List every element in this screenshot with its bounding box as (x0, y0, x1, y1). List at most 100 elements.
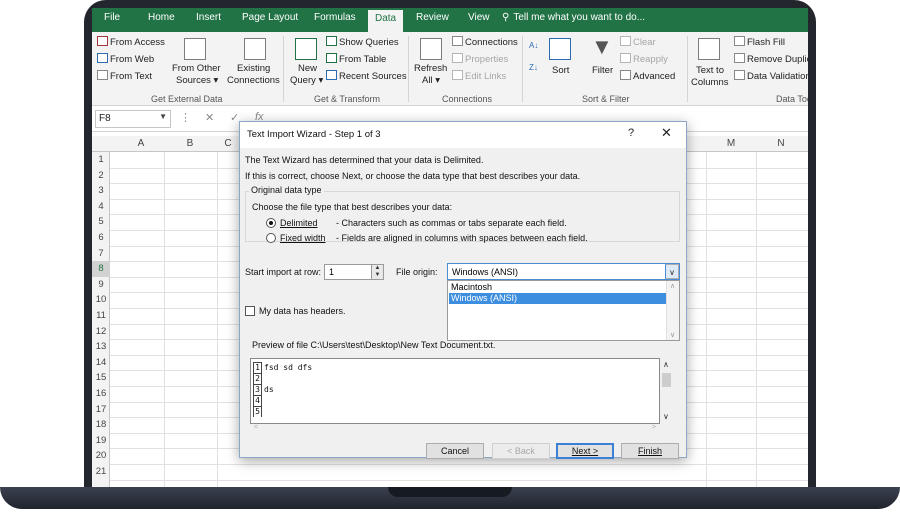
row-header-15[interactable]: 15 (92, 370, 110, 386)
help-icon[interactable]: ? (628, 127, 634, 139)
fixed-width-radio[interactable] (266, 233, 276, 243)
row-header-11[interactable]: 11 (92, 308, 110, 324)
recent-sources-button[interactable]: Recent Sources (326, 70, 407, 82)
column-header-n[interactable]: N (766, 138, 796, 149)
fixed-width-description: - Fields are aligned in columns with spa… (336, 233, 588, 243)
close-icon[interactable]: ✕ (661, 125, 672, 141)
row-header-14[interactable]: 14 (92, 355, 110, 371)
finish-button[interactable]: Finish (621, 443, 679, 459)
start-row-spinner[interactable]: 1 ▲ ▼ (324, 264, 384, 280)
row-header-7[interactable]: 7 (92, 246, 110, 262)
scroll-up-icon[interactable]: ∧ (663, 360, 669, 369)
text-to-columns-button[interactable]: Text to (696, 65, 724, 76)
reapply-button[interactable]: Reapply (620, 53, 668, 65)
cancel-button[interactable]: Cancel (426, 443, 484, 459)
origin-option-macintosh[interactable]: Macintosh (449, 282, 666, 293)
from-text-button[interactable]: From Text (97, 70, 152, 82)
from-access-button[interactable]: From Access (97, 36, 165, 48)
row-header-4[interactable]: 4 (92, 199, 110, 215)
sort-az-icon[interactable]: A↓ (529, 41, 538, 50)
file-origin-select[interactable]: Windows (ANSI) ∨ (447, 263, 680, 280)
sort-za-icon[interactable]: Z↓ (529, 63, 538, 72)
headers-label[interactable]: My data has headers. (259, 306, 346, 316)
tell-me-search[interactable]: ⚲ Tell me what you want to do... (502, 12, 645, 23)
row-header-9[interactable]: 9 (92, 277, 110, 293)
scroll-right-icon[interactable]: > (652, 424, 656, 431)
sort-button[interactable]: Sort (552, 65, 569, 76)
fixed-width-label[interactable]: Fixed width (280, 233, 326, 243)
row-header-19[interactable]: 19 (92, 433, 110, 449)
edit-links-button[interactable]: Edit Links (452, 70, 506, 82)
scroll-thumb[interactable] (662, 373, 671, 387)
from-other-sources-button[interactable]: From Other (172, 63, 221, 74)
name-box[interactable]: F8 ▼ (95, 110, 171, 128)
origin-option-windows-ansi[interactable]: Windows (ANSI) (449, 293, 666, 304)
tab-insert[interactable]: Insert (196, 12, 221, 23)
row-header-16[interactable]: 16 (92, 386, 110, 402)
dialog-titlebar: Text Import Wizard - Step 1 of 3 ? ✕ (240, 122, 686, 148)
existing-connections-button[interactable]: Existing (237, 63, 270, 74)
back-button[interactable]: < Back (492, 443, 550, 459)
show-queries-button[interactable]: Show Queries (326, 36, 399, 48)
chevron-down-icon[interactable]: ∨ (665, 264, 679, 279)
column-header-c[interactable]: C (220, 138, 236, 149)
filter-button[interactable]: Filter (592, 65, 613, 76)
scroll-down-icon[interactable]: ∨ (663, 412, 669, 421)
row-header-10[interactable]: 10 (92, 292, 110, 308)
row-header-3[interactable]: 3 (92, 183, 110, 199)
dropdown-scrollbar[interactable]: ∧ ∨ (666, 281, 679, 340)
row-header-6[interactable]: 6 (92, 230, 110, 246)
tab-review[interactable]: Review (416, 12, 449, 23)
row-header-12[interactable]: 12 (92, 324, 110, 340)
tab-data[interactable]: Data (368, 10, 404, 32)
properties-button[interactable]: Properties (452, 53, 508, 65)
tab-view[interactable]: View (468, 12, 490, 23)
row-header-21[interactable]: 21 (92, 464, 110, 480)
next-button[interactable]: Next > (556, 443, 614, 459)
delimited-label[interactable]: Delimited (280, 218, 318, 228)
connections-button[interactable]: Connections (452, 36, 518, 48)
tab-home[interactable]: Home (148, 12, 175, 23)
row-header-1[interactable]: 1 (92, 152, 110, 168)
data-validation-button[interactable]: Data Validation (734, 70, 808, 82)
column-header-b[interactable]: B (175, 138, 205, 149)
tab-file[interactable]: File (104, 12, 120, 23)
spinner-arrows-icon[interactable]: ▲ ▼ (371, 265, 383, 279)
refresh-all-button[interactable]: Refresh (414, 63, 447, 74)
from-web-button[interactable]: From Web (97, 53, 154, 65)
refresh-all-caret[interactable]: All ▾ (422, 75, 440, 86)
scroll-up-icon[interactable]: ∧ (670, 282, 675, 290)
from-other-sources-caret[interactable]: Sources ▾ (176, 75, 218, 86)
column-header-m[interactable]: M (716, 138, 746, 149)
row-header-5[interactable]: 5 (92, 214, 110, 230)
preview-horizontal-scrollbar[interactable]: < > (250, 424, 660, 434)
from-table-button[interactable]: From Table (326, 53, 386, 65)
headers-checkbox[interactable] (245, 306, 255, 316)
advanced-filter-icon (620, 70, 631, 80)
preview-vertical-scrollbar[interactable]: ∧ ∨ (660, 358, 673, 424)
row-header-18[interactable]: 18 (92, 417, 110, 433)
chevron-down-icon[interactable]: ▼ (159, 112, 167, 121)
grid-line (110, 464, 808, 465)
row-header-20[interactable]: 20 (92, 448, 110, 464)
scroll-down-icon[interactable]: ∨ (670, 331, 675, 339)
advanced-button[interactable]: Advanced (620, 70, 675, 82)
group-get-transform: Get & Transform (314, 94, 381, 104)
clear-button[interactable]: Clear (620, 36, 656, 48)
new-query-caret[interactable]: Query ▾ (290, 75, 323, 86)
new-query-button[interactable]: New (298, 63, 317, 74)
delimited-radio[interactable] (266, 218, 276, 228)
tab-formulas[interactable]: Formulas (314, 12, 356, 23)
row-header-2[interactable]: 2 (92, 168, 110, 184)
column-header-a[interactable]: A (126, 138, 156, 149)
flash-fill-button[interactable]: Flash Fill (734, 36, 785, 48)
enter-formula-icon[interactable]: ✓ (230, 111, 239, 124)
cancel-formula-icon[interactable]: ✕ (205, 111, 214, 124)
row-header-17[interactable]: 17 (92, 402, 110, 418)
grid-line (164, 152, 165, 487)
row-header-13[interactable]: 13 (92, 339, 110, 355)
remove-duplicates-button[interactable]: Remove Duplica (734, 53, 808, 65)
row-header-8[interactable]: 8 (92, 261, 110, 277)
scroll-left-icon[interactable]: < (254, 424, 258, 431)
tab-page-layout[interactable]: Page Layout (242, 12, 298, 23)
